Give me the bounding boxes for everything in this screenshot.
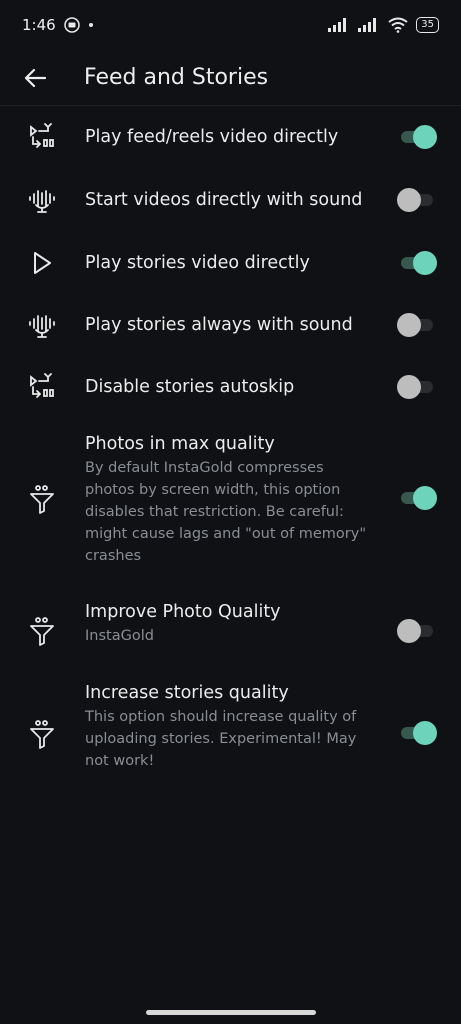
setting-text: Increase stories quality This option sho… <box>85 681 375 772</box>
setting-label: Photos in max quality <box>85 434 275 454</box>
signal-icon <box>328 18 350 32</box>
setting-toggle[interactable] <box>397 619 437 643</box>
home-indicator[interactable] <box>146 1010 316 1015</box>
setting-row-play-stories[interactable]: Play stories video directly <box>0 231 461 294</box>
setting-toggle[interactable] <box>397 375 437 399</box>
status-bar: 1:46 35 <box>0 0 461 50</box>
setting-row-start-videos-sound[interactable]: Start videos directly with sound <box>0 168 461 231</box>
setting-toggle[interactable] <box>397 125 437 149</box>
toggle-thumb <box>413 721 437 745</box>
setting-text: Play stories video directly <box>85 251 375 275</box>
toggle-thumb <box>413 251 437 275</box>
setting-toggle[interactable] <box>397 251 437 275</box>
toggle-thumb <box>413 125 437 149</box>
setting-row-increase-stories-quality[interactable]: Increase stories quality This option sho… <box>0 678 461 788</box>
settings-list: Play feed/reels video directly Start vid… <box>0 106 461 788</box>
setting-text: Play feed/reels video directly <box>85 125 375 149</box>
setting-label: Play stories always with sound <box>85 315 353 335</box>
filter-icon <box>26 483 58 515</box>
setting-row-disable-autoskip[interactable]: Disable stories autoskip <box>0 356 461 418</box>
setting-label: Disable stories autoskip <box>85 377 295 397</box>
toggle-thumb <box>397 619 421 643</box>
signal-icon <box>358 18 380 32</box>
setting-row-stories-sound[interactable]: Play stories always with sound <box>0 294 461 356</box>
battery-indicator: 35 <box>416 17 439 33</box>
setting-label: Play stories video directly <box>85 253 310 273</box>
setting-text: Play stories always with sound <box>85 313 375 337</box>
voice-mic-icon <box>26 309 58 341</box>
setting-text: Start videos directly with sound <box>85 188 375 212</box>
toggle-thumb <box>413 486 437 510</box>
setting-toggle[interactable] <box>397 313 437 337</box>
setting-row-improve-photo-quality[interactable]: Improve Photo Quality InstaGold <box>0 588 461 678</box>
setting-description: This option should increase quality of u… <box>85 709 357 769</box>
toggle-thumb <box>397 313 421 337</box>
filter-icon <box>26 718 58 750</box>
setting-text: Improve Photo Quality InstaGold <box>85 600 375 647</box>
setting-toggle[interactable] <box>397 486 437 510</box>
back-button[interactable] <box>20 63 50 93</box>
video-swap-icon <box>26 121 58 153</box>
setting-row-play-feed-reels[interactable]: Play feed/reels video directly <box>0 106 461 168</box>
wifi-icon <box>388 17 408 33</box>
voice-mic-icon <box>26 184 58 216</box>
arrow-left-icon <box>24 68 46 87</box>
toggle-thumb <box>397 375 421 399</box>
setting-row-photos-max-quality[interactable]: Photos in max quality By default InstaGo… <box>0 418 461 588</box>
page-title: Feed and Stories <box>84 65 269 90</box>
setting-toggle[interactable] <box>397 721 437 745</box>
filter-icon <box>26 615 58 647</box>
setting-label: Increase stories quality <box>85 683 289 703</box>
setting-description: InstaGold <box>85 628 154 644</box>
app-bar: Feed and Stories <box>0 50 461 106</box>
setting-text: Disable stories autoskip <box>85 375 375 399</box>
setting-description: By default InstaGold compresses photos b… <box>85 460 367 564</box>
notification-dot-icon <box>88 22 94 28</box>
setting-text: Photos in max quality By default InstaGo… <box>85 432 375 567</box>
video-swap-icon <box>26 371 58 403</box>
setting-toggle[interactable] <box>397 188 437 212</box>
status-right: 35 <box>328 17 439 33</box>
status-time: 1:46 <box>22 16 56 34</box>
screen-record-icon <box>63 17 80 33</box>
setting-label: Start videos directly with sound <box>85 190 363 210</box>
toggle-thumb <box>397 188 421 212</box>
status-left: 1:46 <box>22 16 94 34</box>
setting-label: Improve Photo Quality <box>85 602 281 622</box>
play-icon <box>26 247 58 279</box>
setting-label: Play feed/reels video directly <box>85 127 339 147</box>
